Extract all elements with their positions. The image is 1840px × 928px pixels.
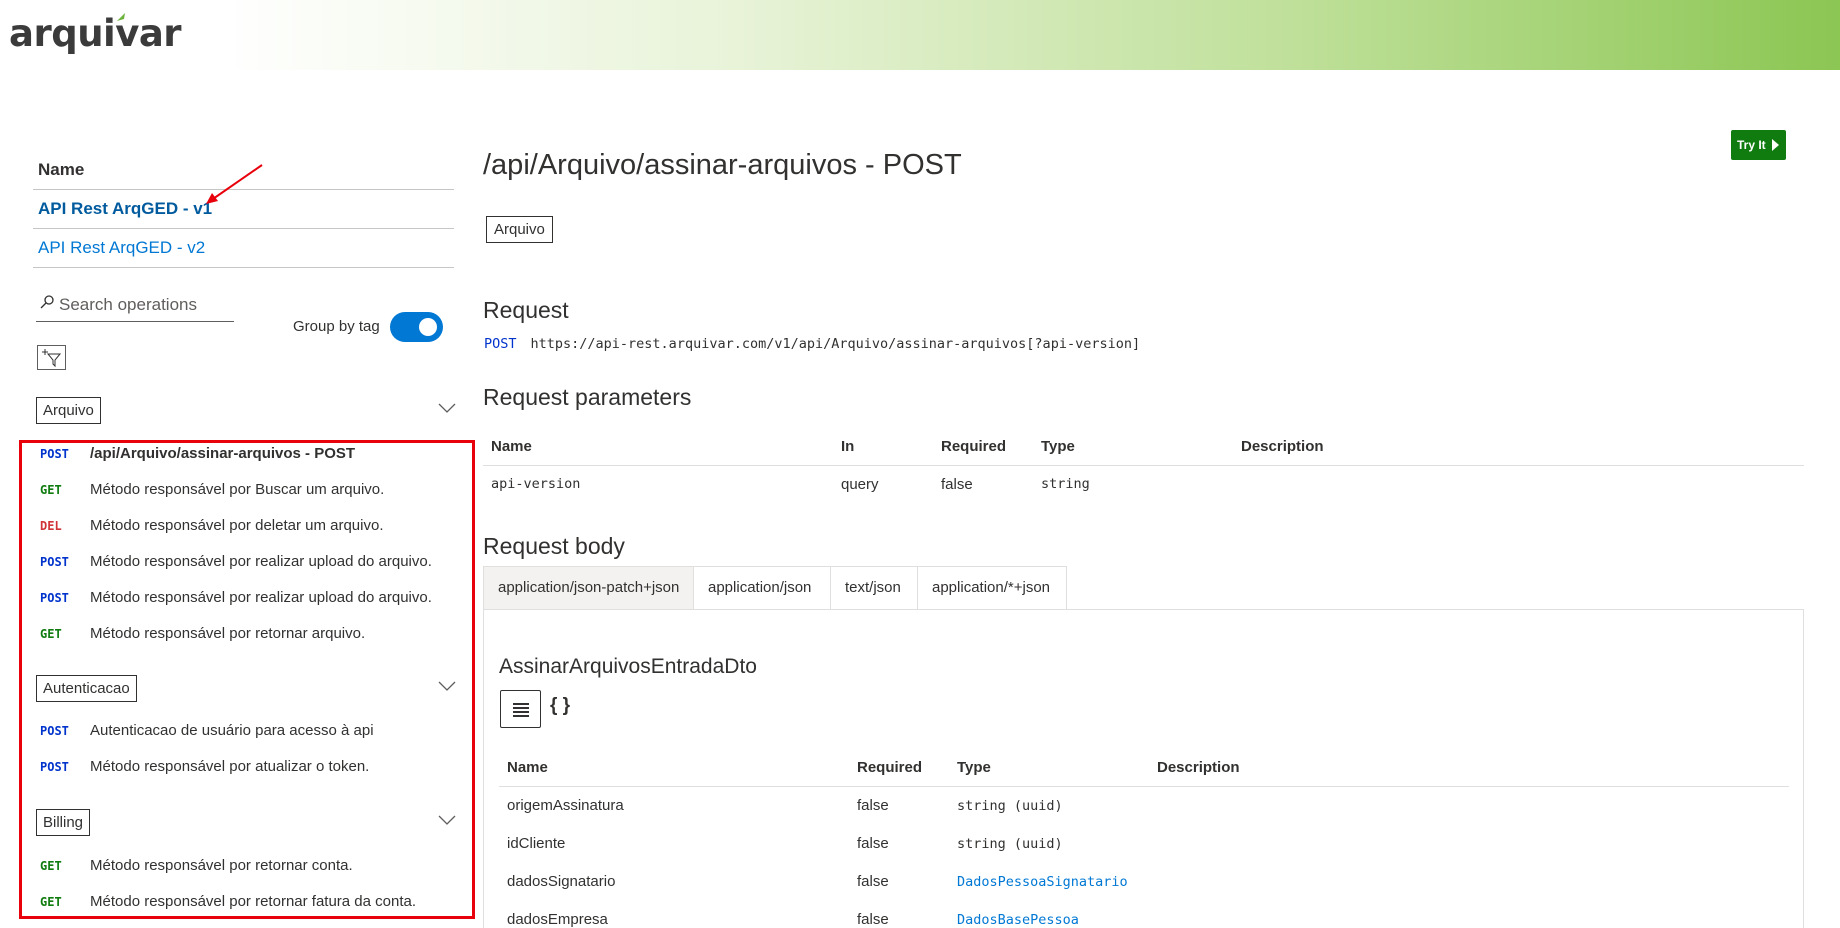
filter-icon (42, 349, 62, 368)
body-field-required: false (857, 797, 889, 814)
brand-logo[interactable]: arquivar (9, 12, 182, 55)
param-in: query (841, 476, 879, 493)
body-field-name: idCliente (507, 835, 566, 852)
try-it-label: Try It (1737, 138, 1766, 152)
divider (483, 465, 1804, 466)
param-type: string (1041, 476, 1090, 492)
body-field-required: false (857, 911, 889, 928)
dto-title: AssinarArquivosEntradaDto (499, 655, 757, 678)
divider (499, 786, 1789, 787)
operation-title: /api/Arquivo/assinar-arquivos - POST (483, 149, 962, 181)
annotation-arrow (206, 164, 263, 204)
api-item-v2[interactable]: API Rest ArqGED - v2 (33, 229, 454, 268)
body-field-required: false (857, 835, 889, 852)
tab-text-json[interactable]: text/json (830, 566, 918, 610)
request-url: https://api-rest.arquivar.com/v1/api/Arq… (530, 336, 1141, 352)
body-field-name: origemAssinatura (507, 797, 624, 814)
top-banner: arquivar (0, 0, 1840, 70)
play-icon (1772, 139, 1779, 151)
highlight-box (19, 440, 475, 919)
search-operations[interactable] (36, 290, 234, 322)
request-parameters-heading: Request parameters (483, 384, 692, 410)
body-field-required: false (857, 873, 889, 890)
api-item-label: API Rest ArqGED - v1 (38, 199, 213, 218)
body-field-type-link[interactable]: DadosPessoaSignatario (957, 874, 1128, 890)
toggle-knob (419, 318, 437, 336)
filter-button[interactable] (37, 345, 66, 370)
tag-label: Arquivo (36, 397, 101, 424)
params-col-description: Description (1241, 438, 1324, 455)
body-field-name: dadosSignatario (507, 873, 616, 890)
param-required: false (941, 476, 973, 493)
params-col-required: Required (941, 438, 1007, 455)
body-col-description: Description (1157, 759, 1240, 776)
body-field-type: string (uuid) (957, 836, 1063, 852)
body-field-type-link[interactable]: DadosBasePessoa (957, 912, 1079, 928)
group-by-tag-toggle[interactable] (390, 312, 443, 342)
name-column-header: Name (38, 160, 85, 179)
search-input[interactable] (59, 292, 229, 318)
request-url-line: POST https://api-rest.arquivar.com/v1/api… (484, 336, 1140, 352)
params-col-in: In (841, 438, 855, 455)
search-icon (40, 295, 54, 309)
logo-text: arquivar (9, 12, 182, 55)
request-heading: Request (483, 297, 569, 323)
tab-application-plus-json[interactable]: application/*+json (917, 566, 1067, 610)
tag-group-arquivo[interactable]: Arquivo (36, 397, 456, 427)
body-col-name: Name (507, 759, 548, 776)
body-col-required: Required (857, 759, 923, 776)
chevron-down-icon[interactable] (438, 402, 456, 414)
json-view-button[interactable]: { } (550, 695, 570, 717)
group-by-tag-label: Group by tag (293, 318, 380, 335)
body-col-type: Type (957, 759, 991, 776)
api-item-label: API Rest ArqGED - v2 (38, 238, 206, 257)
try-it-button[interactable]: Try It (1731, 130, 1786, 160)
body-field-type: string (uuid) (957, 798, 1063, 814)
body-field-name: dadosEmpresa (507, 911, 608, 928)
leaf-icon (117, 13, 125, 21)
request-body-heading: Request body (483, 533, 625, 559)
params-col-name: Name (491, 438, 532, 455)
list-icon (513, 703, 529, 719)
table-view-button[interactable] (500, 690, 541, 728)
params-col-type: Type (1041, 438, 1075, 455)
param-name: api-version (491, 476, 581, 492)
request-method: POST (484, 336, 517, 352)
operation-tag: Arquivo (486, 216, 553, 243)
tab-json-patch[interactable]: application/json-patch+json (483, 566, 694, 610)
tab-application-json[interactable]: application/json (693, 566, 831, 610)
